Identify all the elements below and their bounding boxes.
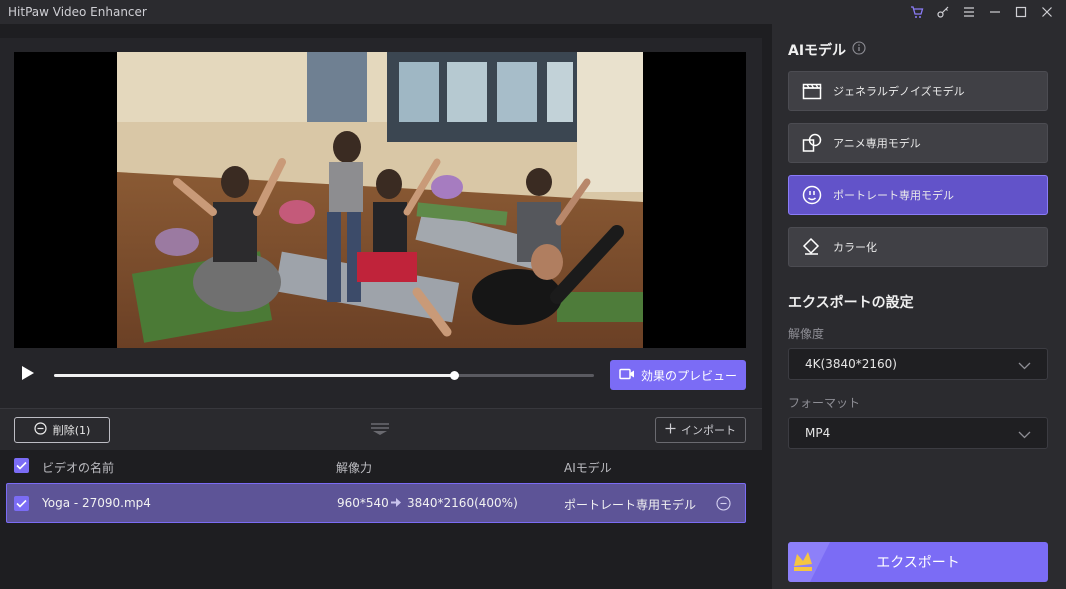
drag-handle-icon[interactable] (370, 421, 390, 435)
cart-icon[interactable] (904, 2, 930, 22)
model-label: ジェネラルデノイズモデル (833, 85, 965, 98)
maximize-icon[interactable] (1008, 2, 1034, 22)
select-all-checkbox[interactable] (14, 458, 29, 473)
seekbar-knob[interactable] (449, 371, 459, 380)
video-viewport[interactable] (14, 52, 746, 348)
video-player: 効果のプレビュー (0, 38, 762, 422)
portrait-face-icon (801, 184, 823, 206)
paint-bucket-icon (801, 236, 823, 258)
file-table-header: ビデオの名前 解像力 AIモデル (0, 450, 762, 482)
format-label: フォーマット (788, 396, 861, 410)
seekbar-fill (54, 374, 454, 377)
export-label: エクスポート (876, 555, 960, 571)
import-label: インポート (681, 424, 736, 437)
remove-row-icon[interactable] (716, 496, 731, 514)
model-general-denoise[interactable]: ジェネラルデノイズモデル (788, 71, 1048, 111)
delete-label: 削除(1) (52, 424, 91, 437)
import-button[interactable]: インポート (655, 417, 746, 443)
app-title: HitPaw Video Enhancer (8, 5, 147, 19)
target-resolution: 3840*2160(400%) (407, 496, 518, 510)
chevron-down-icon (1018, 428, 1031, 442)
play-button[interactable] (18, 364, 36, 382)
export-button[interactable]: エクスポート (788, 542, 1048, 582)
minimize-icon[interactable] (982, 2, 1008, 22)
clapperboard-icon (801, 80, 823, 102)
model-anime[interactable]: アニメ専用モデル (788, 123, 1048, 163)
column-model-header: AIモデル (564, 461, 612, 475)
row-model-name: ポートレート専用モデル (564, 498, 697, 512)
model-portrait[interactable]: ポートレート専用モデル (788, 175, 1048, 215)
file-name: Yoga - 27090.mp4 (42, 496, 151, 510)
file-toolbar: 削除(1) インポート (0, 408, 762, 450)
resolution-select[interactable]: 4K(3840*2160) (788, 348, 1048, 380)
anime-shapes-icon (801, 132, 823, 154)
preview-effect-button[interactable]: 効果のプレビュー (610, 360, 746, 390)
minus-circle-icon (34, 422, 47, 438)
window-controls (904, 0, 1060, 24)
delete-button[interactable]: 削除(1) (14, 417, 110, 443)
table-row[interactable]: Yoga - 27090.mp4 960*540 3840*2160(400%)… (6, 483, 746, 523)
plus-icon (665, 423, 676, 437)
model-label: カラー化 (833, 241, 877, 254)
key-icon[interactable] (930, 2, 956, 22)
model-colorize[interactable]: カラー化 (788, 227, 1048, 267)
chevron-down-icon (1018, 359, 1031, 373)
video-frame (117, 52, 643, 348)
column-name-header: ビデオの名前 (42, 461, 115, 475)
source-resolution: 960*540 (337, 496, 389, 510)
arrow-right-icon (390, 497, 402, 511)
model-label: ポートレート専用モデル (833, 189, 954, 202)
menu-icon[interactable] (956, 2, 982, 22)
close-icon[interactable] (1034, 2, 1060, 22)
workspace: 効果のプレビュー 削除(1) インポート ビデオの名前 解像力 AIモデル Yo… (0, 24, 762, 589)
preview-effect-label: 効果のプレビュー (640, 368, 737, 383)
crown-icon (788, 542, 838, 582)
format-select[interactable]: MP4 (788, 417, 1048, 449)
resolution-label: 解像度 (788, 327, 825, 341)
title-bar: HitPaw Video Enhancer (0, 0, 1066, 24)
settings-panel: AIモデル ジェネラルデノイズモデル アニメ専用モデル ポートレート専用モデル … (772, 24, 1066, 589)
column-resolution-header: 解像力 (336, 461, 373, 475)
model-label: アニメ専用モデル (833, 137, 921, 150)
video-camera-icon (619, 368, 635, 383)
format-value: MP4 (805, 426, 831, 440)
ai-model-section: AIモデル (788, 40, 866, 60)
ai-model-title: AIモデル (788, 43, 847, 59)
row-checkbox[interactable] (14, 496, 29, 511)
info-icon[interactable] (852, 41, 866, 59)
resolution-value: 4K(3840*2160) (805, 357, 897, 371)
playback-seekbar[interactable] (54, 371, 594, 380)
export-settings-title: エクスポートの設定 (788, 295, 914, 311)
